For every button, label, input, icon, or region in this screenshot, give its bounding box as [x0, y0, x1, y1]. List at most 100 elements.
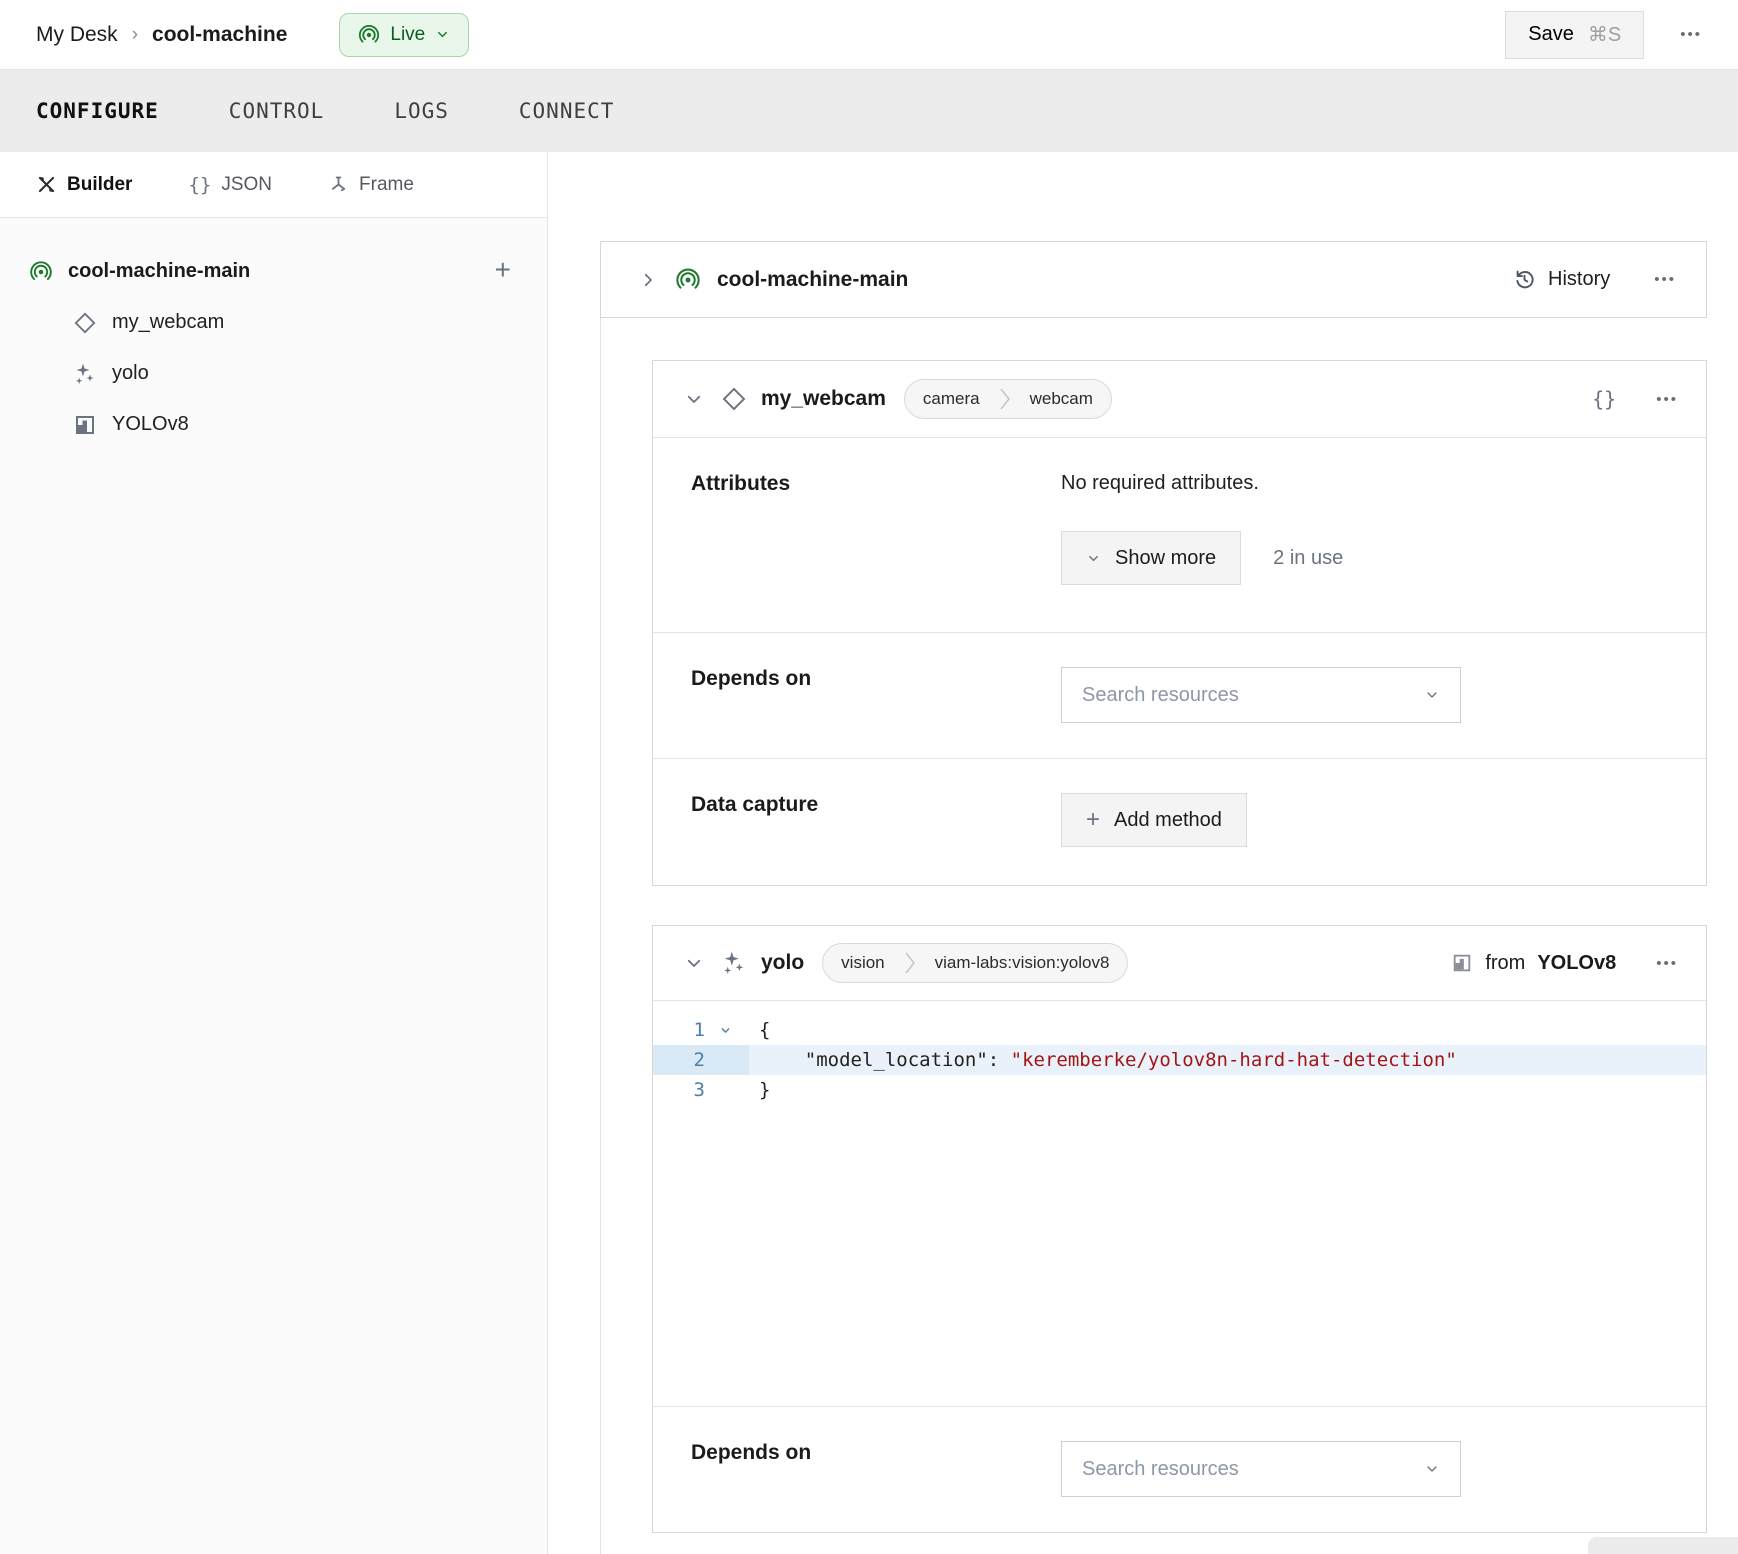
from-label: from [1485, 952, 1525, 975]
yolo-depends-on-section: Depends on Search resources [653, 1406, 1706, 1532]
chevron-down-icon [435, 27, 450, 42]
machine-part-radar-icon [28, 260, 54, 284]
breadcrumb: My Desk › cool-machine [36, 23, 287, 47]
topbar-more-menu-icon[interactable]: ••• [1680, 26, 1702, 43]
view-mode-toolbar: Builder {} JSON Frame [0, 152, 547, 218]
component-diamond-icon [721, 386, 747, 412]
code-key: "model_location": [759, 1049, 999, 1071]
tab-logs[interactable]: LOGS [394, 99, 449, 123]
tree-item-yolo[interactable]: yolo [28, 348, 547, 399]
chevron-down-icon[interactable] [685, 954, 703, 972]
mode-json[interactable]: {} JSON [188, 174, 272, 196]
json-braces-icon: {} [188, 174, 211, 196]
code-line-active: 2 "model_location": "keremberke/yolov8n-… [653, 1045, 1706, 1075]
yolo-more-menu-icon[interactable]: ••• [1656, 955, 1678, 972]
show-more-button[interactable]: Show more [1061, 531, 1241, 585]
tree-item-my-webcam[interactable]: my_webcam [28, 297, 547, 348]
add-resource-button[interactable]: + [495, 256, 511, 284]
yolo-type-model-pill: vision viam-labs:vision:yolov8 [822, 943, 1128, 983]
line-number: 3 [653, 1079, 705, 1101]
chevron-right-icon[interactable] [639, 271, 657, 289]
tree-item-yolov8-module[interactable]: YOLOv8 [28, 399, 547, 450]
breadcrumb-parent[interactable]: My Desk [36, 23, 118, 47]
show-more-label: Show more [1115, 547, 1216, 570]
webcam-more-menu-icon[interactable]: ••• [1656, 391, 1678, 408]
mode-frame[interactable]: Frame [328, 174, 414, 196]
frame-axes-icon [328, 174, 349, 195]
fold-chevron-icon[interactable] [705, 1024, 745, 1037]
tab-control[interactable]: CONTROL [229, 99, 325, 123]
service-sparkles-icon [72, 362, 98, 386]
tab-connect[interactable]: CONNECT [519, 99, 615, 123]
yolo-title: yolo [761, 951, 804, 975]
line-number: 1 [653, 1019, 705, 1041]
builder-tools-icon [36, 174, 57, 195]
save-shortcut: ⌘S [1588, 22, 1621, 47]
code-line: 3 } [653, 1075, 1706, 1105]
horizontal-scrollbar-thumb[interactable] [1588, 1537, 1738, 1554]
add-method-button[interactable]: + Add method [1061, 793, 1247, 847]
webcam-title: my_webcam [761, 387, 886, 411]
save-button[interactable]: Save ⌘S [1505, 11, 1644, 59]
model-tag: viam-labs:vision:yolov8 [917, 953, 1128, 973]
config-sidebar: Builder {} JSON Frame [0, 152, 548, 1554]
history-clock-icon [1513, 268, 1536, 291]
module-icon [72, 413, 98, 437]
edit-json-braces-icon[interactable]: {} [1592, 387, 1616, 411]
attributes-empty-text: No required attributes. [1061, 472, 1668, 495]
pill-divider-chevron-icon [998, 384, 1012, 414]
config-main-pane: cool-machine-main History ••• [548, 152, 1738, 1554]
top-bar: My Desk › cool-machine Live Save ⌘S ••• [0, 0, 1738, 70]
machine-card-more-menu-icon[interactable]: ••• [1654, 271, 1676, 288]
mode-builder-label: Builder [67, 174, 132, 196]
mode-json-label: JSON [221, 174, 272, 196]
tree-item-machine-main[interactable]: cool-machine-main + [28, 246, 547, 297]
breadcrumb-current: cool-machine [152, 23, 287, 47]
machine-status-live-dropdown[interactable]: Live [339, 13, 469, 57]
chevron-down-icon[interactable] [685, 390, 703, 408]
component-diamond-icon [72, 311, 98, 335]
save-label: Save [1528, 23, 1574, 46]
webcam-type-model-pill: camera webcam [904, 379, 1112, 419]
machine-part-title: cool-machine-main [717, 268, 908, 292]
history-button[interactable]: History [1513, 268, 1610, 291]
type-tag: camera [905, 389, 998, 409]
tab-configure[interactable]: CONFIGURE [36, 99, 159, 123]
depends-on-section: Depends on Search resources [653, 633, 1706, 759]
line-number: 2 [653, 1049, 705, 1071]
live-radar-icon [358, 24, 380, 46]
tree-item-label: YOLOv8 [112, 413, 189, 436]
chevron-down-icon [1424, 1461, 1440, 1477]
attributes-in-use-count: 2 in use [1273, 547, 1343, 570]
tree-item-label: my_webcam [112, 311, 224, 334]
mode-frame-label: Frame [359, 174, 414, 196]
yolo-resource-card: yolo vision viam-labs:vision:yolov8 [652, 925, 1707, 1533]
module-icon [1451, 952, 1473, 974]
chevron-down-icon [1086, 551, 1101, 566]
webcam-card-header: my_webcam camera webcam {} ••• [653, 361, 1706, 438]
attributes-json-editor[interactable]: 1 { 2 "model_location": "keremberke/yo [653, 1001, 1706, 1406]
type-tag: vision [823, 953, 902, 973]
tree-item-label: yolo [112, 362, 149, 385]
chevron-down-icon [1424, 687, 1440, 703]
card-indent-guide [600, 318, 601, 1554]
depends-on-select[interactable]: Search resources [1061, 667, 1461, 723]
attributes-section: Attributes No required attributes. Show … [653, 438, 1706, 633]
data-capture-section: Data capture + Add method [653, 759, 1706, 885]
code-string-value: "keremberke/yolov8n-hard-hat-detection" [1011, 1049, 1457, 1071]
webcam-resource-card: my_webcam camera webcam {} ••• Attribute… [652, 360, 1707, 886]
history-label: History [1548, 268, 1610, 291]
depends-on-select[interactable]: Search resources [1061, 1441, 1461, 1497]
depends-on-label: Depends on [691, 1441, 1061, 1498]
yolo-card-header: yolo vision viam-labs:vision:yolov8 [653, 926, 1706, 1001]
from-module-badge: from YOLOv8 [1451, 952, 1616, 975]
machine-main-card: cool-machine-main History ••• [600, 241, 1707, 318]
depends-on-placeholder: Search resources [1082, 1458, 1239, 1481]
tree-item-label: cool-machine-main [68, 260, 250, 283]
code-line: 1 { [653, 1015, 1706, 1045]
service-sparkles-icon [721, 950, 747, 976]
depends-on-label: Depends on [691, 667, 1061, 724]
mode-builder[interactable]: Builder [36, 174, 132, 196]
plus-icon: + [1086, 808, 1100, 832]
code-text: { [749, 1015, 1706, 1045]
